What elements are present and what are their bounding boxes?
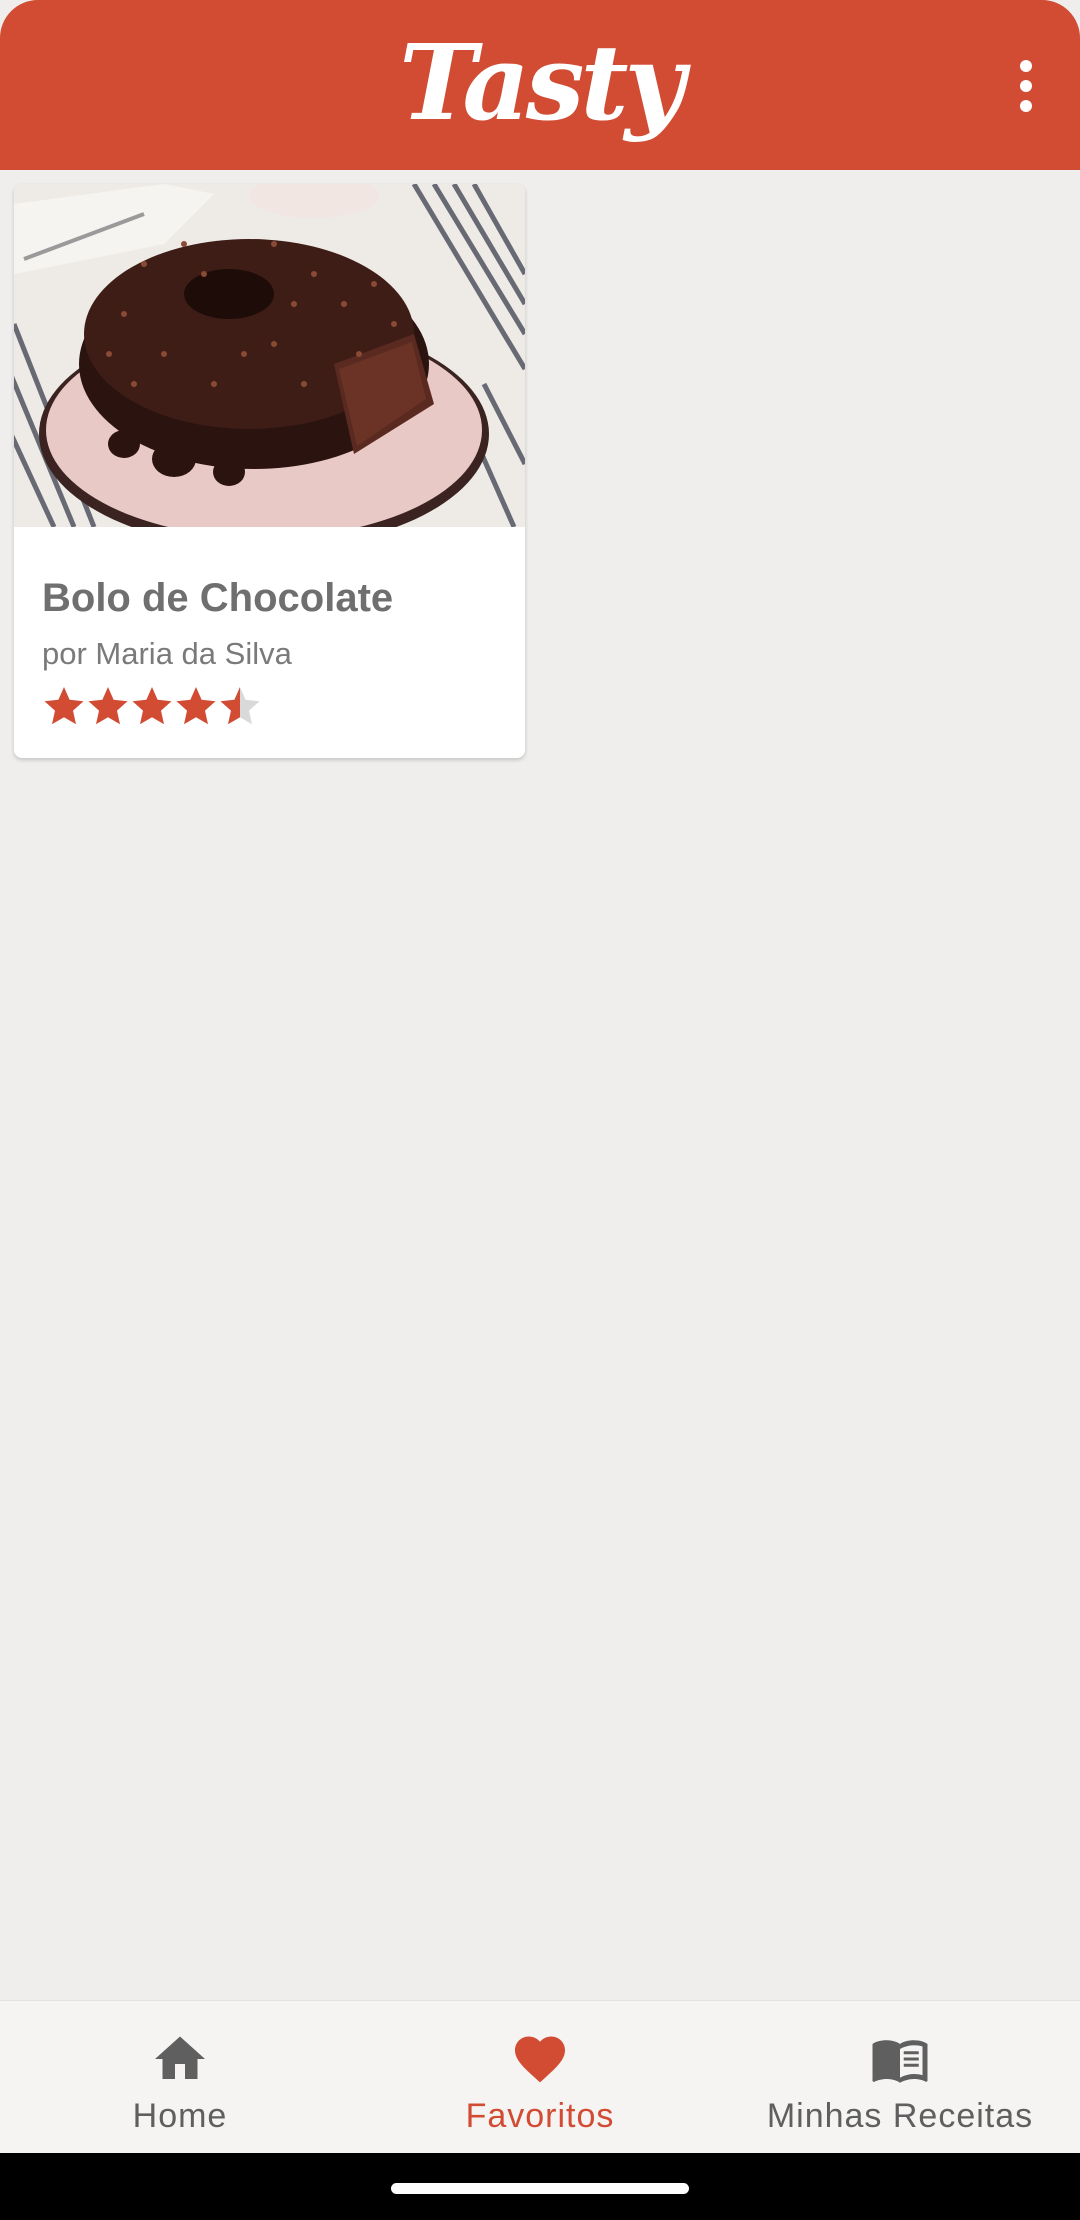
more-vert-icon	[1020, 60, 1032, 72]
bottom-navigation: Home Favoritos Minhas Receitas	[0, 2000, 1080, 2154]
star-icon-4	[176, 687, 216, 725]
recipe-author: por Maria da Silva	[42, 636, 292, 671]
star-icon-1	[44, 687, 84, 725]
star-icon-3	[132, 687, 172, 725]
nav-label-minhas-receitas: Minhas Receitas	[766, 2097, 1034, 2135]
home-gesture-indicator[interactable]	[391, 2183, 689, 2194]
nav-item-favoritos[interactable]: Favoritos	[360, 2001, 720, 2154]
nav-label-home: Home	[132, 2097, 228, 2135]
app-logo: Tasty	[399, 21, 685, 144]
star-icon-2	[88, 687, 128, 725]
star-half-icon-5	[220, 687, 260, 725]
nav-item-minhas-receitas[interactable]: Minhas Receitas	[720, 2001, 1080, 2154]
heart-icon	[515, 2036, 565, 2083]
recipe-title: Bolo de Chocolate	[42, 576, 394, 620]
recipe-image	[14, 184, 525, 527]
nav-label-favoritos: Favoritos	[465, 2097, 615, 2135]
rating-stars	[44, 687, 260, 725]
more-vert-icon-dot	[1020, 80, 1032, 92]
home-icon	[155, 2036, 205, 2079]
system-navigation-bar	[0, 2153, 1080, 2220]
recipe-card[interactable]: Bolo de Chocolate por Maria da Silva	[14, 184, 525, 758]
book-icon	[872, 2040, 928, 2083]
favorites-list: Bolo de Chocolate por Maria da Silva	[0, 170, 1080, 2000]
app-bar: Tasty	[0, 0, 1080, 170]
nav-item-home[interactable]: Home	[0, 2001, 360, 2154]
more-options-button[interactable]	[994, 50, 1058, 122]
more-vert-icon-dot	[1020, 100, 1032, 112]
